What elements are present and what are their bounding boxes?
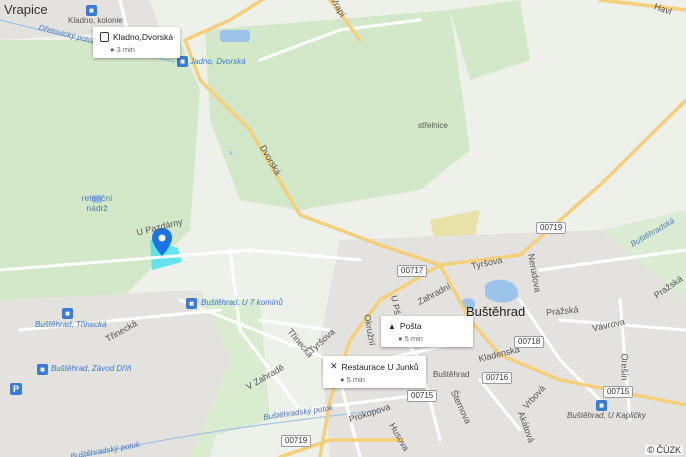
poi-card-restaurant[interactable]: ✕ Restaurace U Junků ● 5 min (323, 356, 426, 388)
road-shield-00719: 00719 (536, 222, 567, 234)
bus-stop-icon[interactable]: ■ (37, 364, 48, 375)
car-icon: ● (340, 375, 345, 384)
place-label-retencni: retenční nádrž (81, 193, 113, 213)
place-label-kladno-kolonie: Kladno, kolonie (68, 16, 123, 25)
road-shield-00717: 00717 (397, 265, 428, 277)
post-icon: ▲ (388, 321, 396, 331)
poi-card-bus[interactable]: Kladno,Dvorská ● 3 min (93, 27, 181, 58)
place-label-bustehrad-small: Buštěhrad (433, 370, 470, 379)
town-label-vrapice: Vrapice (4, 2, 48, 17)
poi-bus-name: Kladno,Dvorská (113, 32, 174, 42)
copyright: © ČÚZK (645, 445, 683, 455)
road-shield-00715-b: 00715 (407, 390, 438, 402)
poi-restaurant-eta: 5 min (346, 375, 365, 384)
road-shield-00715: 00715 (603, 386, 634, 398)
place-label-strelnice: střelnice (418, 121, 448, 130)
bus-stop-icon[interactable]: ■ (86, 5, 97, 16)
place-label-bustehrad-zavod: Buštěhrad, Závod Dříň (51, 364, 132, 373)
parking-icon[interactable]: P (10, 383, 22, 395)
place-label-bustehrad-trinecka: Buštěhrad, Třinecká (35, 320, 107, 329)
street-label-oresin: Orešín (619, 353, 630, 381)
road-shield-00719-b: 00719 (281, 435, 312, 447)
map-base-layer (0, 0, 686, 457)
bus-stop-icon[interactable]: ■ (186, 298, 197, 309)
road-shield-00716: 00716 (482, 372, 513, 384)
bus-stop-icon[interactable]: ■ (62, 308, 73, 319)
car-icon: ● (110, 45, 115, 54)
bus-icon (100, 32, 109, 42)
fork-knife-icon: ✕ (330, 361, 338, 371)
poi-post-name: Pošta (399, 321, 422, 331)
poi-restaurant-name: Restaurace U Junků (341, 361, 419, 372)
poi-post-eta: 5 min (404, 334, 423, 343)
car-icon: ● (398, 334, 403, 343)
poi-card-post[interactable]: ▲ Pošta ● 5 min (381, 316, 473, 347)
poi-bus-eta: 3 min (116, 45, 135, 54)
town-label-bustehrad: Buštěhrad (466, 304, 526, 319)
map-canvas[interactable]: Vrapice Buštěhrad Kladno, kolonie Jadno,… (0, 0, 686, 457)
place-label-bustehrad-kaplicky: Buštěhrad, U Kapličky (567, 411, 646, 420)
place-label-bustehrad-u7: Buštěhrad, U 7 komínů (201, 298, 283, 307)
place-label-jadno-dvorska: Jadno, Dvorská (190, 57, 246, 66)
bus-stop-icon[interactable]: ■ (596, 400, 607, 411)
road-shield-00718: 00718 (514, 336, 545, 348)
